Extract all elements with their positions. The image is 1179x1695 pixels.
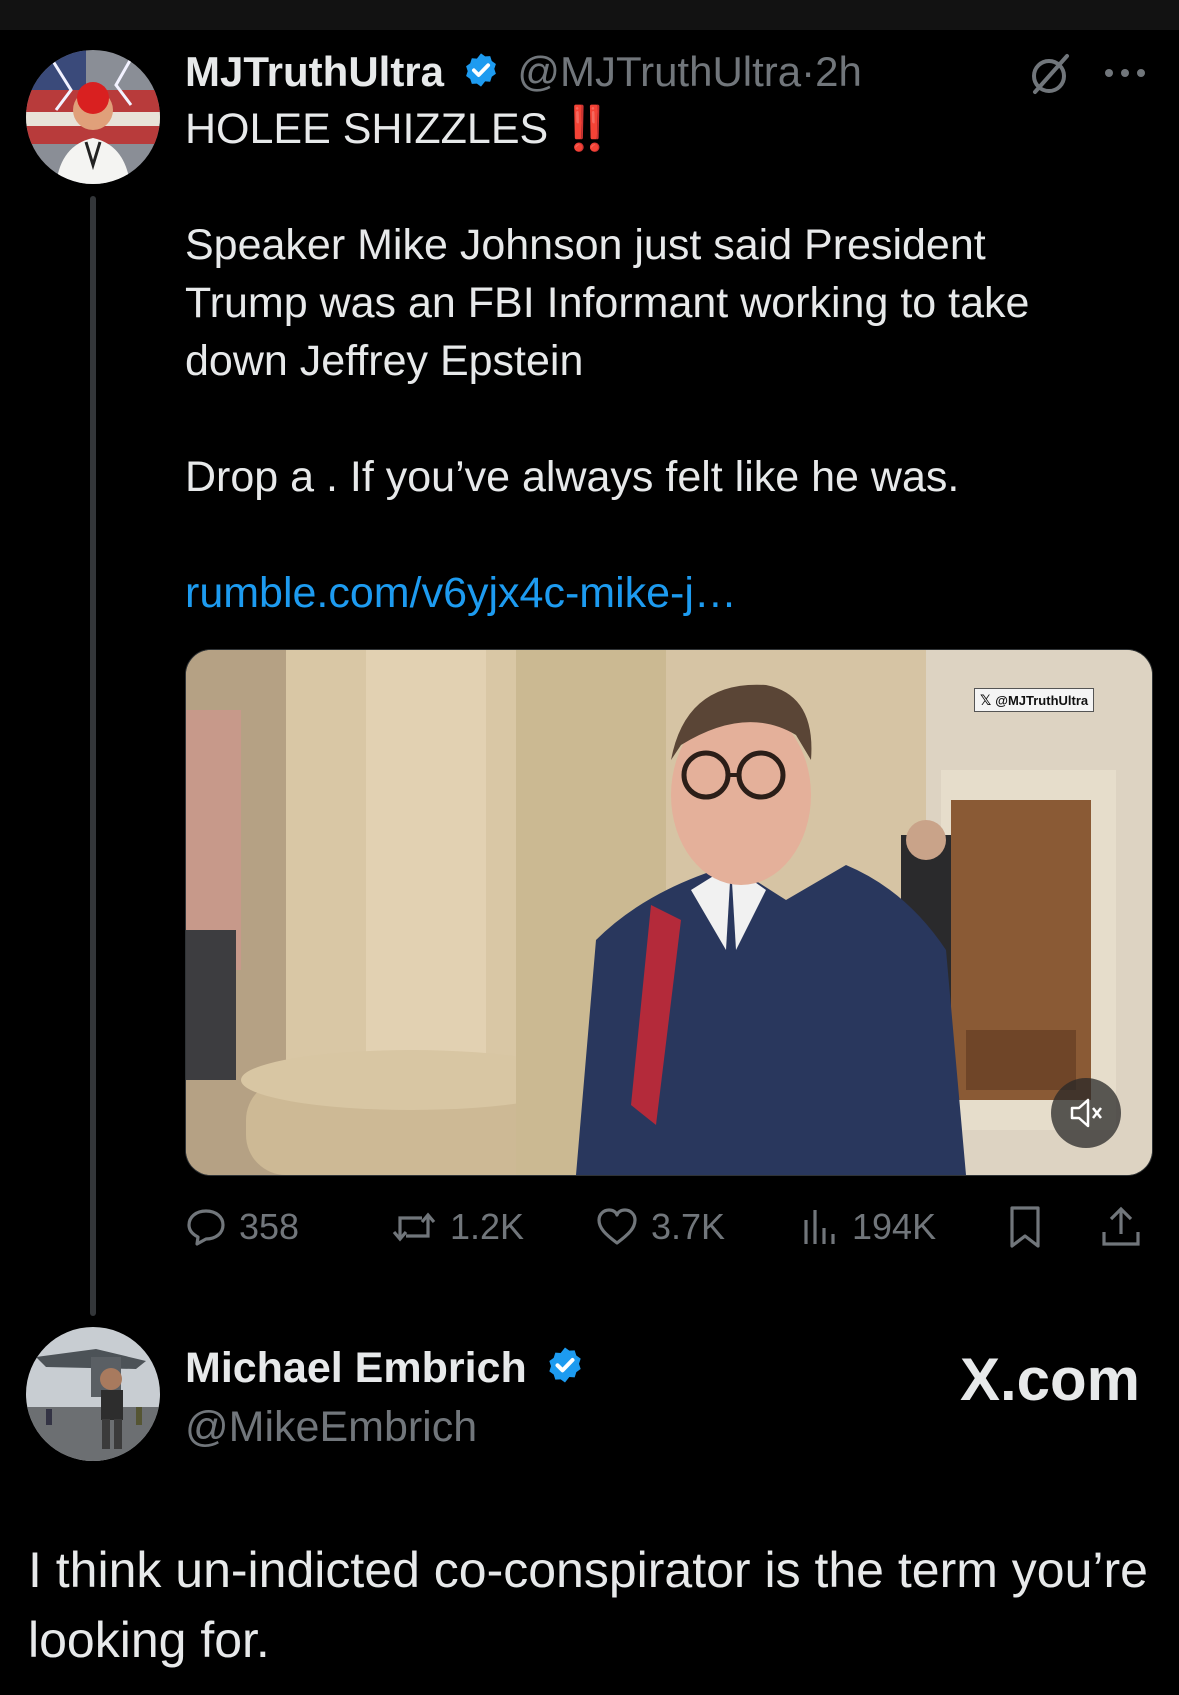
repost-button[interactable]: 1.2K — [390, 1202, 524, 1252]
video-watermark: 𝕏 @MJTruthUltra — [974, 688, 1095, 712]
views-count: 194K — [852, 1206, 937, 1247]
post-headline: HOLEE SHIZZLES ‼️ — [185, 105, 614, 153]
mute-button[interactable] — [1051, 1078, 1121, 1148]
reply-text: I think un-indicted co-conspirator is th… — [28, 1542, 1148, 1668]
video-player[interactable]: 𝕏 @MJTruthUltra — [185, 649, 1153, 1176]
like-icon — [597, 1208, 637, 1245]
author-name[interactable]: MJTruthUltra — [185, 48, 444, 95]
views-button[interactable]: 194K — [800, 1202, 936, 1252]
grok-icon[interactable] — [1025, 50, 1073, 98]
more-icon[interactable] — [1102, 60, 1148, 86]
reply-header: Michael Embrich @MikeEmbrich — [185, 1340, 885, 1455]
reply-author-handle[interactable]: @MikeEmbrich — [185, 1399, 885, 1455]
status-bar — [0, 0, 1179, 30]
post-paragraph-2: Drop a . If you’ve always felt like he w… — [185, 453, 960, 501]
share-button[interactable] — [1099, 1202, 1143, 1252]
repost-icon — [392, 1212, 436, 1242]
like-button[interactable]: 3.7K — [595, 1202, 725, 1252]
reply-author-avatar[interactable] — [26, 1327, 160, 1461]
post-text: HOLEE SHIZZLES ‼️ Speaker Mike Johnson j… — [185, 100, 1105, 622]
views-icon — [804, 1210, 835, 1244]
double-exclamation-emoji: ‼️ — [560, 105, 614, 153]
reply-count: 358 — [239, 1206, 300, 1247]
action-bar: 358 1.2K 3.7K 194K — [185, 1202, 1151, 1252]
bookmark-icon — [1010, 1206, 1040, 1248]
video-frame — [186, 650, 1152, 1175]
share-icon — [1102, 1206, 1140, 1246]
post-header: MJTruthUltra @MJTruthUltra·2h — [185, 44, 1055, 100]
post-time[interactable]: 2h — [815, 48, 862, 95]
bookmark-button[interactable] — [1005, 1202, 1045, 1252]
author-avatar[interactable] — [26, 50, 160, 184]
author-handle[interactable]: @MJTruthUltra — [517, 48, 801, 95]
thread-line — [90, 196, 96, 1316]
separator-dot: · — [801, 48, 816, 95]
mute-icon — [1070, 1098, 1102, 1128]
repost-count: 1.2K — [450, 1206, 525, 1247]
reply-button[interactable]: 358 — [185, 1202, 299, 1252]
like-count: 3.7K — [651, 1206, 726, 1247]
post-paragraph-1: Speaker Mike Johnson just said President… — [185, 221, 1030, 385]
reply-author-name[interactable]: Michael Embrich — [185, 1344, 527, 1392]
verified-badge-icon — [462, 47, 500, 103]
post-link[interactable]: rumble.com/v6yjx4c-mike-j… — [185, 564, 1105, 622]
x-logo-icon: 𝕏 — [980, 691, 992, 708]
verified-badge-icon — [545, 1343, 585, 1399]
brand-watermark: X.com — [959, 1346, 1140, 1413]
reply-icon — [187, 1209, 225, 1246]
